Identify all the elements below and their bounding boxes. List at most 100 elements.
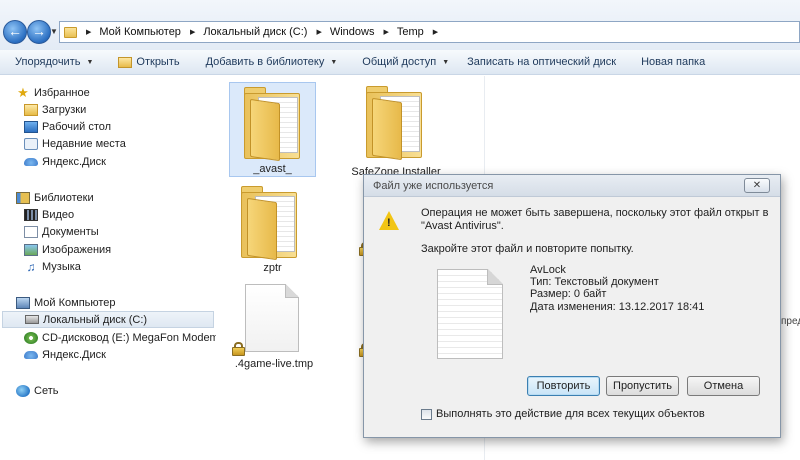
nav-cd-drive[interactable]: CD-дисковод (E:) MegaFon Modem <box>24 329 219 346</box>
nav-computer[interactable]: Мой Компьютер <box>16 294 206 311</box>
dialog-title: Файл уже используется <box>373 180 494 192</box>
nav-video-label: Видео <box>42 208 75 221</box>
file-size-label: Размер: 0 байт <box>530 288 607 300</box>
chevron-right-icon[interactable]: ▶ <box>316 28 321 36</box>
add-to-library-label: Добавить в библиотеку <box>205 56 325 68</box>
nav-music-label: Музыка <box>42 260 81 273</box>
open-label: Открыть <box>136 56 180 68</box>
chevron-down-icon: ▼ <box>86 58 94 66</box>
file-type-label: Тип: Текстовый документ <box>530 276 659 288</box>
burn-label: Записать на оптический диск <box>467 56 617 68</box>
burn-button[interactable]: Записать на оптический диск <box>467 56 616 68</box>
file-name: zptr <box>263 262 282 274</box>
nav-documents-label: Документы <box>42 225 99 238</box>
nav-network[interactable]: Сеть <box>16 382 206 399</box>
hard-drive-icon <box>25 315 39 324</box>
file-in-use-dialog: Файл уже используется ✕ ! Операция не мо… <box>363 174 781 438</box>
back-button[interactable]: ← <box>3 20 27 44</box>
add-to-library-button[interactable]: Добавить в библиотеку ▼ <box>206 56 338 68</box>
checkbox-box[interactable] <box>421 408 432 420</box>
folder-icon <box>241 186 299 261</box>
cloud-icon <box>24 157 38 166</box>
warning-exclamation-icon: ! <box>387 217 391 229</box>
file-name-label: AvLock <box>530 264 566 276</box>
nav-recent-label: Недавние места <box>42 137 126 150</box>
new-folder-label: Новая папка <box>641 56 706 68</box>
open-folder-icon <box>118 56 133 68</box>
cancel-button[interactable]: Отмена <box>687 376 760 396</box>
images-icon <box>24 243 38 256</box>
nav-favorites[interactable]: ★ Избранное <box>16 84 206 101</box>
nav-downloads-label: Загрузки <box>42 103 87 116</box>
folder-icon <box>366 86 424 161</box>
forward-button[interactable]: → <box>27 20 51 44</box>
apply-to-all-label: Выполнять это действие для всех текущих … <box>436 408 705 420</box>
breadcrumb-item-local-disk[interactable]: Локальный диск (C:) <box>203 26 307 38</box>
close-icon: ✕ <box>752 180 762 191</box>
breadcrumb-item-computer[interactable]: Мой Компьютер <box>99 26 181 38</box>
nav-local-disk-label: Локальный диск (C:) <box>43 313 148 326</box>
recent-pages-dropdown-icon[interactable]: ▼ <box>50 27 58 36</box>
nav-recent-places[interactable]: Недавние места <box>24 135 206 152</box>
chevron-right-icon[interactable]: ▶ <box>383 28 388 36</box>
nav-downloads[interactable]: Загрузки <box>24 101 206 118</box>
desktop-icon <box>24 120 38 133</box>
breadcrumb-item-windows[interactable]: Windows <box>330 26 375 38</box>
navigation-pane: ★ Избранное Загрузки Рабочий стол Недавн… <box>0 76 219 460</box>
text-document-icon <box>437 269 503 359</box>
file-item-zptr[interactable]: zptr <box>229 182 316 277</box>
breadcrumb-item-temp[interactable]: Temp <box>397 26 424 38</box>
open-button[interactable]: Открыть <box>118 56 180 68</box>
file-item-safezone[interactable]: SafeZone Installer <box>346 82 446 178</box>
close-button[interactable]: ✕ <box>744 178 770 193</box>
music-icon: ♫ <box>26 259 36 274</box>
nav-computer-label: Мой Компьютер <box>34 296 116 309</box>
nav-yandex-disk-computer[interactable]: Яндекс.Диск <box>24 346 206 363</box>
document-icon <box>245 284 299 352</box>
chevron-right-icon[interactable]: ▶ <box>86 28 91 36</box>
chevron-down-icon: ▼ <box>330 58 338 66</box>
nav-libraries[interactable]: Библиотеки <box>16 189 206 206</box>
breadcrumb[interactable]: ▶ Мой Компьютер ▶ Локальный диск (C:) ▶ … <box>59 21 800 43</box>
nav-music[interactable]: ♫ Музыка <box>24 258 206 275</box>
dialog-message: Операция не может быть завершена, поскол… <box>421 207 771 233</box>
nav-yandex-disk[interactable]: Яндекс.Диск <box>24 153 206 170</box>
file-item-avast[interactable]: _avast_ <box>229 82 316 177</box>
libraries-icon <box>16 191 30 204</box>
nav-favorites-label: Избранное <box>34 86 90 99</box>
chevron-right-icon[interactable]: ▶ <box>433 28 438 36</box>
chevron-right-icon[interactable]: ▶ <box>190 28 195 36</box>
nav-desktop[interactable]: Рабочий стол <box>24 118 206 135</box>
dialog-titlebar[interactable]: Файл уже используется ✕ <box>364 175 780 197</box>
nav-yandex2-label: Яндекс.Диск <box>42 348 106 361</box>
skip-button[interactable]: Пропустить <box>606 376 679 396</box>
dialog-instruction: Закройте этот файл и повторите попытку. <box>421 243 634 255</box>
star-icon: ★ <box>17 84 29 100</box>
nav-local-disk[interactable]: Локальный диск (C:) <box>2 311 214 328</box>
share-label: Общий доступ <box>362 56 437 68</box>
address-bar: ← → ▼ ▶ Мой Компьютер ▶ Локальный диск (… <box>0 0 800 50</box>
dialog-message-line2: "Avast Antivirus". <box>421 220 504 232</box>
network-icon <box>16 384 30 397</box>
nav-cd-label: CD-дисковод (E:) MegaFon Modem <box>42 331 219 344</box>
cloud-icon <box>24 350 38 359</box>
downloads-folder-icon <box>24 103 38 116</box>
lock-icon <box>232 342 245 356</box>
share-button[interactable]: Общий доступ ▼ <box>362 56 449 68</box>
organize-button[interactable]: Упорядочить ▼ <box>15 56 93 68</box>
computer-icon <box>16 296 30 309</box>
retry-button[interactable]: Повторить <box>527 376 600 396</box>
nav-documents[interactable]: Документы <box>24 223 206 240</box>
nav-network-label: Сеть <box>34 384 59 397</box>
nav-video[interactable]: Видео <box>24 206 206 223</box>
folder-icon <box>64 26 77 38</box>
recent-places-icon <box>24 137 38 150</box>
clipped-column-text: пред <box>781 316 800 327</box>
command-bar: Упорядочить ▼ Открыть Добавить в библиоте… <box>0 50 800 75</box>
file-name: .4game-live.tmp <box>234 358 314 370</box>
file-name: _avast_ <box>253 163 292 175</box>
new-folder-button[interactable]: Новая папка <box>641 56 705 68</box>
file-item-tmp[interactable]: .4game-live.tmp <box>224 282 324 377</box>
apply-to-all-checkbox[interactable]: Выполнять это действие для всех текущих … <box>421 408 705 420</box>
nav-images[interactable]: Изображения <box>24 241 206 258</box>
